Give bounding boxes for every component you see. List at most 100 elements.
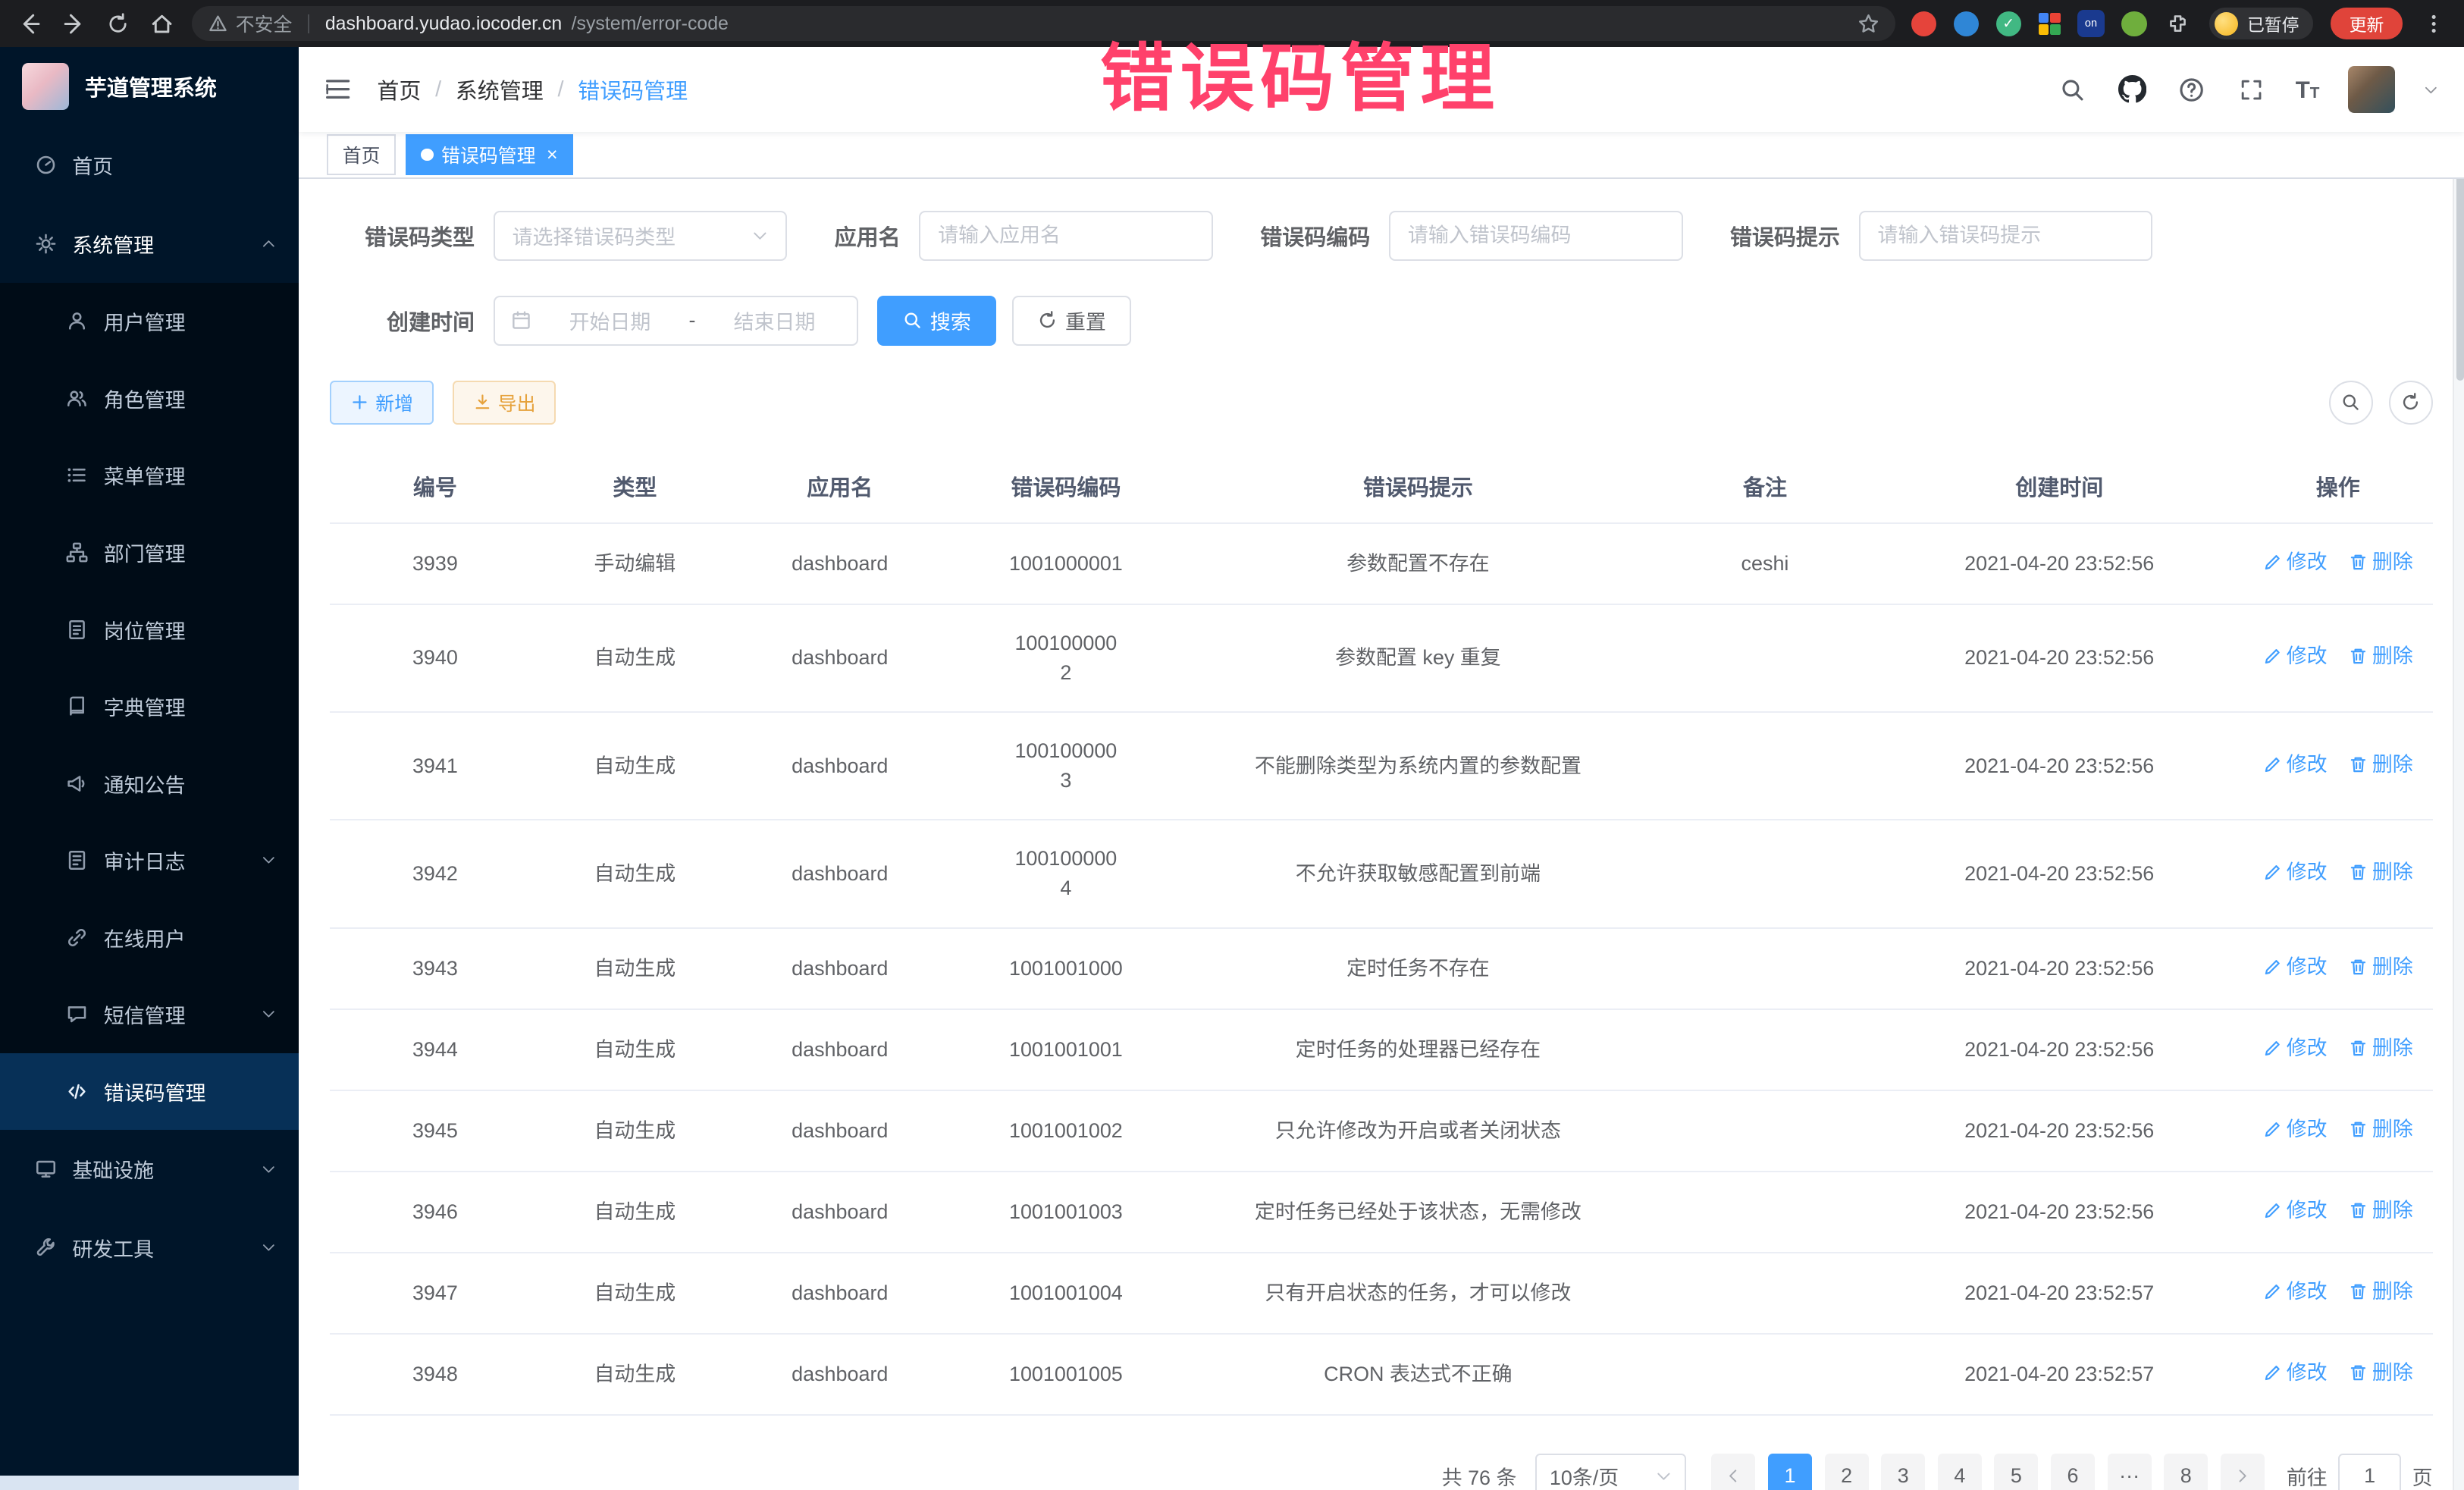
sidebar-item-roles[interactable]: 角色管理 (0, 360, 299, 438)
sidebar-item-system[interactable]: 系统管理 (0, 204, 299, 283)
sidebar-scrollbar[interactable] (0, 1476, 299, 1490)
page-button-2[interactable]: 2 (1825, 1454, 1869, 1490)
page-button-1[interactable]: 1 (1768, 1454, 1812, 1490)
add-button[interactable]: 新增 (330, 381, 434, 425)
page-button-3[interactable]: 3 (1881, 1454, 1925, 1490)
cell-time: 2021-04-20 23:52:56 (1876, 1009, 2243, 1090)
goto-page-input[interactable] (2338, 1454, 2401, 1490)
delete-link[interactable]: 删除 (2349, 858, 2413, 887)
sidebar-item-error-code[interactable]: 错误码管理 (0, 1053, 299, 1131)
forward-icon[interactable] (60, 9, 88, 37)
vue-devtools-icon[interactable]: ✓ (1996, 11, 2021, 36)
hide-search-button[interactable] (2329, 381, 2373, 425)
help-icon[interactable] (2176, 74, 2207, 105)
prev-page-button[interactable] (1711, 1454, 1755, 1490)
cell-remark (1654, 928, 1875, 1009)
edit-link[interactable]: 修改 (2263, 1277, 2328, 1306)
extension-blue-icon[interactable] (1954, 11, 1979, 36)
extensions-puzzle-icon[interactable] (2164, 9, 2192, 37)
github-icon[interactable] (2116, 74, 2147, 105)
table-row: 3944 自动生成 dashboard 1001001001 定时任务的处理器已… (330, 1009, 2432, 1090)
delete-link[interactable]: 删除 (2349, 641, 2413, 671)
page-button-5[interactable]: 5 (1994, 1454, 2038, 1490)
edit-link[interactable]: 修改 (2263, 750, 2328, 780)
sidebar-item-audit-log[interactable]: 审计日志 (0, 822, 299, 899)
edit-link[interactable]: 修改 (2263, 1358, 2328, 1388)
filter-error-type: 错误码类型 请选择错误码类型 (330, 211, 787, 261)
page-button-4[interactable]: 4 (1938, 1454, 1982, 1490)
delete-link[interactable]: 删除 (2349, 1277, 2413, 1306)
cell-id: 3941 (330, 712, 540, 820)
security-chip[interactable]: 不安全 (208, 10, 293, 37)
search-button[interactable]: 搜索 (877, 296, 996, 346)
browser-update-button[interactable]: 更新 (2331, 8, 2403, 39)
sidebar-item-sms[interactable]: 短信管理 (0, 976, 299, 1053)
breadcrumb-home[interactable]: 首页 (377, 74, 421, 105)
sidebar-item-online-users[interactable]: 在线用户 (0, 899, 299, 976)
delete-link[interactable]: 删除 (2349, 1358, 2413, 1388)
cell-ops: 修改 删除 (2243, 1090, 2433, 1172)
app-name-input[interactable] (919, 211, 1213, 261)
page-scrollbar[interactable] (2453, 47, 2464, 1490)
cell-id: 3947 (330, 1253, 540, 1334)
edit-link[interactable]: 修改 (2263, 547, 2328, 577)
page-button-6[interactable]: 6 (2051, 1454, 2095, 1490)
password-manager-icon[interactable]: on (2077, 10, 2104, 36)
user-avatar[interactable] (2348, 66, 2395, 113)
home-icon[interactable] (148, 9, 176, 37)
delete-link[interactable]: 删除 (2349, 750, 2413, 780)
export-button[interactable]: 导出 (453, 381, 556, 425)
browser-menu-icon[interactable] (2420, 9, 2448, 37)
caret-down-icon[interactable] (2423, 82, 2439, 98)
sidebar-item-infrastructure[interactable]: 基础设施 (0, 1130, 299, 1209)
refresh-table-button[interactable] (2389, 381, 2433, 425)
sidebar-item-dev-tools[interactable]: 研发工具 (0, 1209, 299, 1288)
page-ellipsis[interactable]: ··· (2108, 1454, 2152, 1490)
edit-link[interactable]: 修改 (2263, 1196, 2328, 1225)
browser-profile-button[interactable]: 已暂停 (2209, 8, 2313, 39)
bookmark-star-icon[interactable] (1857, 13, 1879, 35)
cell-ops: 修改 删除 (2243, 1009, 2433, 1090)
extension-grid-icon[interactable] (2039, 13, 2061, 35)
error-type-select[interactable]: 请选择错误码类型 (494, 211, 788, 261)
font-size-icon[interactable]: TT (2296, 78, 2320, 102)
date-range-picker[interactable]: 开始日期 - 结束日期 (494, 296, 858, 346)
next-page-button[interactable] (2221, 1454, 2265, 1490)
search-icon (902, 310, 923, 331)
reload-icon[interactable] (104, 9, 132, 37)
delete-link[interactable]: 删除 (2349, 952, 2413, 982)
edit-link[interactable]: 修改 (2263, 952, 2328, 982)
breadcrumb-system[interactable]: 系统管理 (456, 74, 544, 105)
page-size-select[interactable]: 10条/页 (1535, 1454, 1686, 1490)
sidebar-toggle-icon[interactable] (324, 75, 352, 103)
extension-red-icon[interactable] (1911, 11, 1936, 36)
col-id: 编号 (330, 450, 540, 523)
sidebar-item-posts[interactable]: 岗位管理 (0, 591, 299, 668)
back-icon[interactable] (16, 9, 44, 37)
tab-error-code[interactable]: 错误码管理 × (406, 134, 574, 175)
delete-link[interactable]: 删除 (2349, 1196, 2413, 1225)
sidebar-item-home[interactable]: 首页 (0, 126, 299, 205)
edit-link[interactable]: 修改 (2263, 858, 2328, 887)
tab-close-icon[interactable]: × (547, 146, 558, 165)
reset-button[interactable]: 重置 (1012, 296, 1131, 346)
edit-link[interactable]: 修改 (2263, 1115, 2328, 1144)
fullscreen-icon[interactable] (2236, 74, 2267, 105)
delete-link[interactable]: 删除 (2349, 1034, 2413, 1063)
tab-home[interactable]: 首页 (327, 134, 396, 175)
sidebar-item-notices[interactable]: 通知公告 (0, 745, 299, 822)
edit-link[interactable]: 修改 (2263, 1034, 2328, 1063)
sidebar-item-users[interactable]: 用户管理 (0, 283, 299, 360)
page-button-8[interactable]: 8 (2164, 1454, 2208, 1490)
address-bar[interactable]: 不安全 dashboard.yudao.iocoder.cn/system/er… (192, 6, 1895, 41)
delete-link[interactable]: 删除 (2349, 1115, 2413, 1144)
error-msg-input[interactable] (1859, 211, 2153, 261)
sidebar-item-menus[interactable]: 菜单管理 (0, 437, 299, 514)
delete-link[interactable]: 删除 (2349, 547, 2413, 577)
error-code-input[interactable] (1389, 211, 1683, 261)
sidebar-item-dictionary[interactable]: 字典管理 (0, 668, 299, 745)
extension-green-icon[interactable] (2121, 11, 2146, 36)
sidebar-item-departments[interactable]: 部门管理 (0, 514, 299, 591)
edit-link[interactable]: 修改 (2263, 641, 2328, 671)
search-icon[interactable] (2057, 74, 2088, 105)
